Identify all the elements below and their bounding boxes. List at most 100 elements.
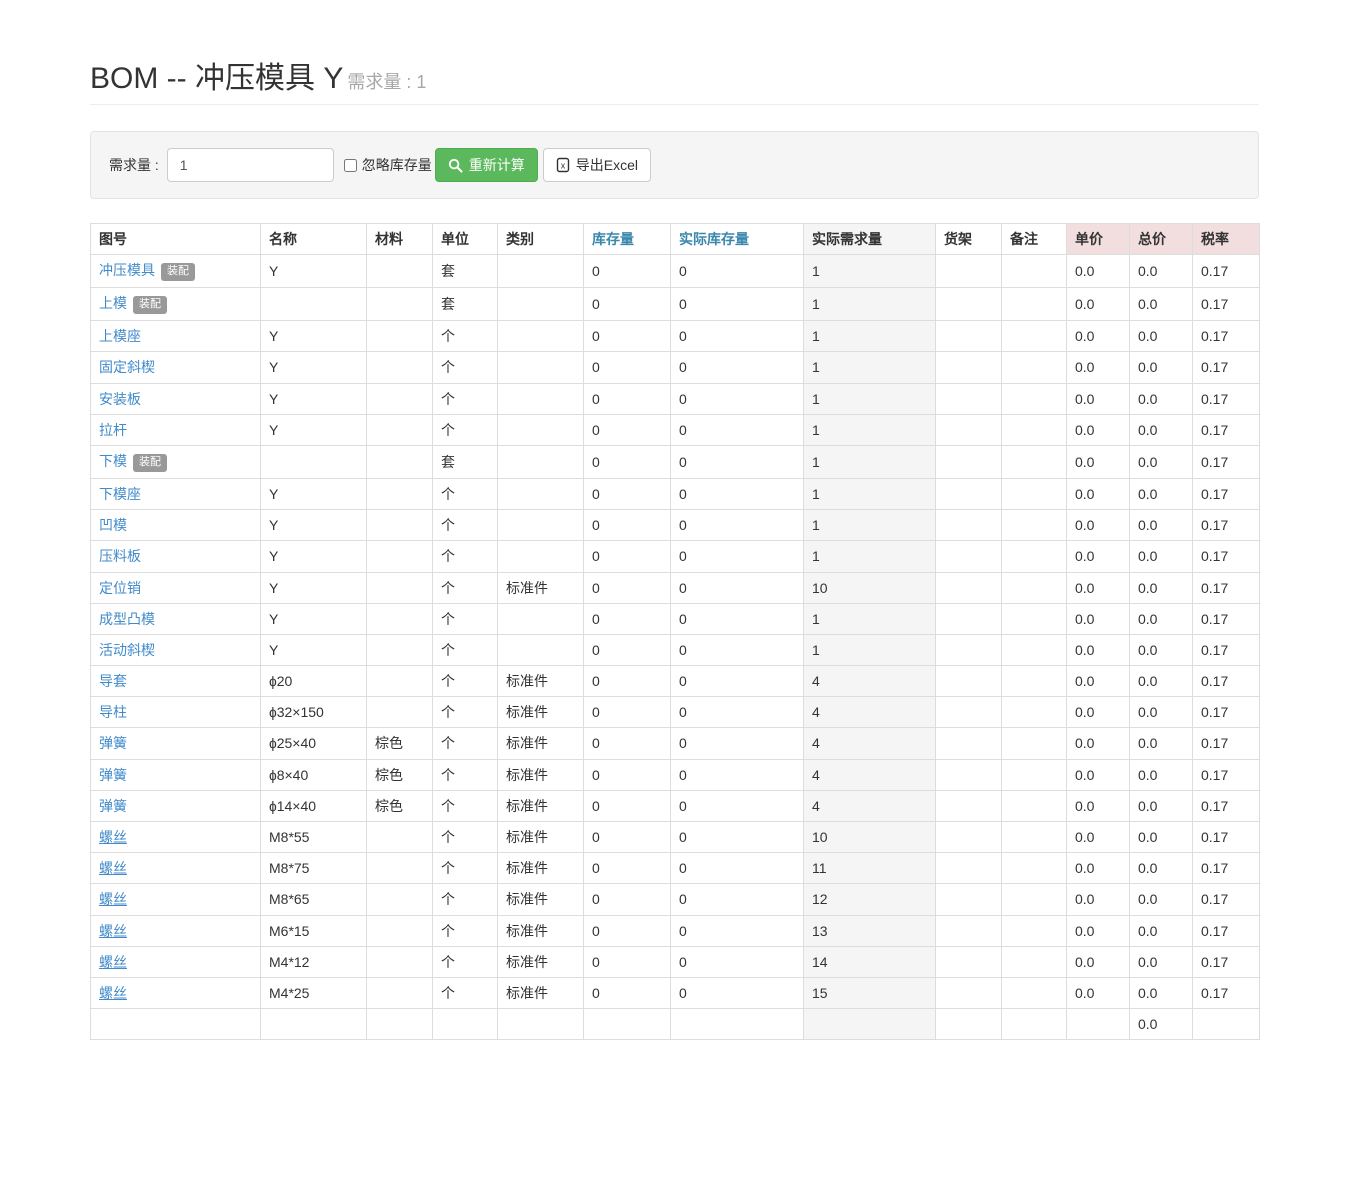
cell-demand: 1	[804, 634, 936, 665]
part-link[interactable]: 下模	[99, 453, 127, 469]
bom-table-head: 图号 名称 材料 单位 类别 库存量 实际库存量 实际需求量 货架 备注 单价 …	[91, 224, 1260, 255]
part-link[interactable]: 螺丝	[99, 954, 127, 970]
cell-category	[498, 445, 584, 478]
cell-material	[367, 634, 433, 665]
bom-table-body: 冲压模具装配Y套0010.00.00.17上模装配套0010.00.00.17上…	[91, 255, 1260, 1009]
part-link[interactable]: 螺丝	[99, 923, 127, 939]
cell-demand: 4	[804, 666, 936, 697]
table-row: 上模装配套0010.00.00.17	[91, 288, 1260, 321]
cell-drawing-no: 螺丝	[91, 977, 261, 1008]
cell-drawing-no: 活动斜楔	[91, 634, 261, 665]
svg-text:x: x	[561, 161, 566, 171]
part-link[interactable]: 弹簧	[99, 767, 127, 783]
export-excel-button[interactable]: x 导出Excel	[543, 148, 651, 182]
part-link[interactable]: 弹簧	[99, 798, 127, 814]
cell-spec: M4*25	[261, 977, 367, 1008]
part-link[interactable]: 下模座	[99, 486, 141, 502]
bom-table: 图号 名称 材料 单位 类别 库存量 实际库存量 实际需求量 货架 备注 单价 …	[90, 223, 1260, 1040]
cell-demand: 14	[804, 946, 936, 977]
cell-shelf	[936, 414, 1002, 445]
cell-unit-price: 0.0	[1067, 321, 1130, 352]
part-link[interactable]: 拉杆	[99, 422, 127, 438]
cell-spec: Y	[261, 603, 367, 634]
cell-material	[367, 603, 433, 634]
cell-material	[367, 352, 433, 383]
part-link[interactable]: 螺丝	[99, 829, 127, 845]
part-link[interactable]: 压料板	[99, 548, 141, 564]
cell-stock: 0	[584, 321, 671, 352]
part-link[interactable]: 上模	[99, 295, 127, 311]
col-header-stock[interactable]: 库存量	[584, 224, 671, 255]
cell-unit-price: 0.0	[1067, 915, 1130, 946]
table-row: 弹簧ɸ14×40棕色个标准件0040.00.00.17	[91, 790, 1260, 821]
recalculate-button[interactable]: 重新计算	[435, 148, 538, 182]
ignore-stock-checkbox-wrap: 忽略库存量	[344, 155, 432, 175]
part-link[interactable]: 定位销	[99, 580, 141, 596]
cell-actual-stock: 0	[671, 445, 804, 478]
table-row: 弹簧ɸ25×40棕色个标准件0040.00.00.17	[91, 728, 1260, 759]
part-link[interactable]: 固定斜楔	[99, 359, 155, 375]
cell-note	[1002, 255, 1067, 288]
cell-unit-price: 0.0	[1067, 255, 1130, 288]
cell-spec: Y	[261, 255, 367, 288]
cell-total-price: 0.0	[1130, 977, 1193, 1008]
part-link[interactable]: 安装板	[99, 391, 141, 407]
table-row: 导套ɸ20个标准件0040.00.00.17	[91, 666, 1260, 697]
header-row: 图号 名称 材料 单位 类别 库存量 实际库存量 实际需求量 货架 备注 单价 …	[91, 224, 1260, 255]
part-link[interactable]: 螺丝	[99, 891, 127, 907]
cell-actual-stock: 0	[671, 510, 804, 541]
part-link[interactable]: 活动斜楔	[99, 642, 155, 658]
cell-material	[367, 822, 433, 853]
demand-input[interactable]	[167, 148, 334, 182]
cell-unit: 个	[433, 790, 498, 821]
cell-shelf	[936, 445, 1002, 478]
cell-drawing-no	[91, 1009, 261, 1040]
ignore-stock-checkbox[interactable]	[344, 159, 357, 172]
cell-category	[498, 288, 584, 321]
part-link[interactable]: 上模座	[99, 328, 141, 344]
cell-demand: 1	[804, 541, 936, 572]
cell-shelf	[936, 822, 1002, 853]
part-link[interactable]: 导柱	[99, 704, 127, 720]
cell-category	[498, 541, 584, 572]
part-link[interactable]: 螺丝	[99, 985, 127, 1001]
cell-note	[1002, 414, 1067, 445]
table-row: 螺丝M8*75个标准件00110.00.00.17	[91, 853, 1260, 884]
cell-note	[1002, 541, 1067, 572]
part-link[interactable]: 凹模	[99, 517, 127, 533]
cell-tax-rate: 0.17	[1193, 478, 1260, 509]
part-link[interactable]: 冲压模具	[99, 262, 155, 278]
cell-tax-rate: 0.17	[1193, 853, 1260, 884]
part-link[interactable]: 成型凸模	[99, 611, 155, 627]
table-row: 螺丝M8*65个标准件00120.00.00.17	[91, 884, 1260, 915]
part-link[interactable]: 螺丝	[99, 860, 127, 876]
cell-stock: 0	[584, 666, 671, 697]
part-link[interactable]: 导套	[99, 673, 127, 689]
cell-demand: 15	[804, 977, 936, 1008]
cell-material	[367, 697, 433, 728]
cell-actual-stock	[671, 1009, 804, 1040]
col-header-category: 类别	[498, 224, 584, 255]
cell-actual-stock: 0	[671, 884, 804, 915]
cell-stock: 0	[584, 603, 671, 634]
col-header-material: 材料	[367, 224, 433, 255]
cell-actual-stock: 0	[671, 822, 804, 853]
cell-category	[498, 1009, 584, 1040]
cell-drawing-no: 成型凸模	[91, 603, 261, 634]
cell-category	[498, 510, 584, 541]
cell-category: 标准件	[498, 915, 584, 946]
cell-demand: 1	[804, 445, 936, 478]
cell-note	[1002, 321, 1067, 352]
col-header-actual-stock[interactable]: 实际库存量	[671, 224, 804, 255]
cell-material	[367, 884, 433, 915]
bom-table-foot: 0.0	[91, 1009, 1260, 1040]
cell-unit-price: 0.0	[1067, 884, 1130, 915]
cell-drawing-no: 冲压模具装配	[91, 255, 261, 288]
part-link[interactable]: 弹簧	[99, 735, 127, 751]
table-row: 压料板Y个0010.00.00.17	[91, 541, 1260, 572]
cell-unit-price: 0.0	[1067, 759, 1130, 790]
cell-unit: 个	[433, 634, 498, 665]
cell-total-price: 0.0	[1130, 288, 1193, 321]
cell-demand: 1	[804, 255, 936, 288]
cell-tax-rate: 0.17	[1193, 977, 1260, 1008]
